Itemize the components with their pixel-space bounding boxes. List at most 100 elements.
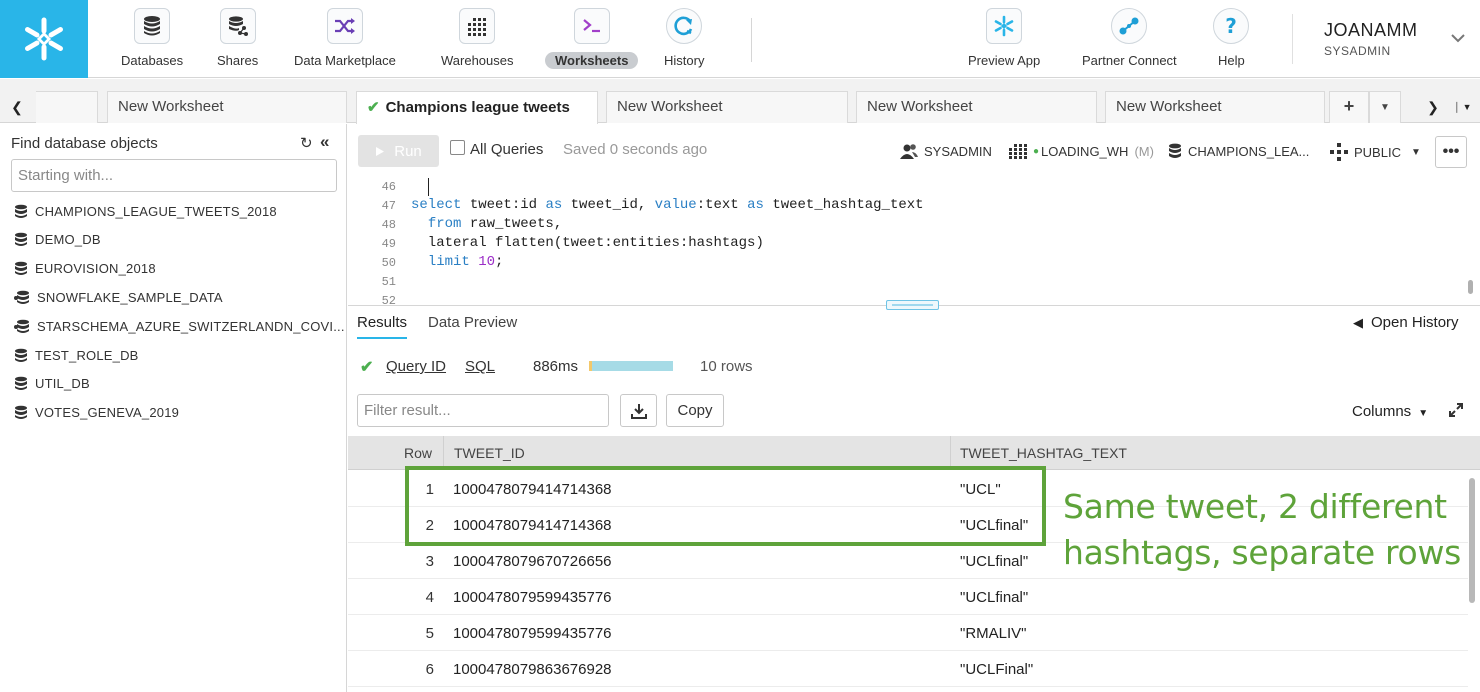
columns-dropdown[interactable]: Columns ▼ [1352,403,1428,420]
annotation-line-2: hashtags, separate rows [1063,533,1462,572]
tab-scroll-right-icon[interactable]: ❯ [1418,91,1448,123]
tweet-id-cell[interactable]: 1000478079414714368 [453,481,612,498]
refresh-icon[interactable]: ↻ [300,134,313,152]
nav-history[interactable]: History [654,8,714,72]
database-icon [15,348,27,362]
row-number: 5 [425,625,434,642]
sql-editor[interactable]: 46 47 select tweet:id as tweet_id, value… [348,178,1480,306]
nav-data-marketplace[interactable]: Data Marketplace [284,8,406,72]
nav-worksheets[interactable]: Worksheets [545,8,639,72]
tweet-id-cell[interactable]: 1000478079863676928 [453,661,612,678]
warehouse-label: LOADING_WH [1041,143,1129,159]
row-number: 3 [425,553,434,570]
table-row[interactable]: 4 1000478079599435776 "UCLfinal" [348,579,1468,615]
run-button[interactable]: Run [358,135,439,167]
nav-history-label: History [664,53,705,68]
tweet-id-cell[interactable]: 1000478079414714368 [453,517,612,534]
hashtag-cell[interactable]: "UCLFinal" [960,661,1033,678]
worksheet-tab-bar: ❮ New Worksheet ✔ Champions league tweets… [0,79,1480,124]
tweet-id-cell[interactable]: 1000478079670726656 [453,553,612,570]
tab-overflow-caret-icon[interactable]: │ ▼ [1448,91,1478,123]
tab-label: New Worksheet [118,98,224,115]
tab-worksheet-3[interactable]: New Worksheet [606,91,848,123]
more-options-button[interactable]: ••• [1435,136,1467,168]
tab-data-preview[interactable]: Data Preview [428,314,517,331]
result-grid-header: Row TWEET_ID TWEET_HASHTAG_TEXT [348,436,1480,470]
hashtag-cell[interactable]: "UCLfinal" [960,517,1028,534]
sql-link[interactable]: SQL [465,358,495,375]
tab-worksheet-1[interactable]: New Worksheet [107,91,347,123]
query-id-link[interactable]: Query ID [386,358,446,375]
tab-scroll-left-icon[interactable]: ❮ [2,91,32,123]
expand-icon[interactable] [1448,402,1464,421]
database-item[interactable]: STARSCHEMA_AZURE_SWITZERLANDN_COVI... [14,315,345,337]
query-duration: 886ms [533,358,579,375]
schema-selector[interactable]: PUBLIC ▼ [1330,143,1421,161]
check-icon: ✔ [367,99,380,116]
filter-result-input[interactable] [357,394,609,427]
hashtag-cell[interactable]: "UCLfinal" [960,553,1028,570]
database-icon [1169,143,1181,158]
partner-connect-icon [1111,8,1148,44]
database-item[interactable]: UTIL_DB [14,373,90,395]
database-item[interactable]: DEMO_DB [14,229,101,251]
tab-worksheet-4[interactable]: New Worksheet [856,91,1097,123]
database-item[interactable]: CHAMPIONS_LEAGUE_TWEETS_2018 [14,200,277,222]
copy-button[interactable]: Copy [666,394,724,427]
shuffle-icon [326,8,363,44]
column-divider [950,436,951,470]
tab-worksheet-5[interactable]: New Worksheet [1105,91,1325,123]
database-item[interactable]: VOTES_GENEVA_2019 [14,402,179,424]
hashtag-cell[interactable]: "UCLfinal" [960,589,1028,606]
nav-preview-app-label: Preview App [968,53,1041,68]
play-icon [376,146,385,156]
hashtag-cell[interactable]: "RMALIV" [960,625,1027,642]
arrow-left-icon: ◀ [1353,314,1363,330]
grid-scrollbar[interactable] [1469,478,1475,603]
database-search-input[interactable] [11,159,337,192]
database-item[interactable]: EUROVISION_2018 [14,258,156,280]
add-tab-button[interactable]: + [1329,91,1369,123]
database-item-label: VOTES_GENEVA_2019 [35,405,180,421]
nav-partner-connect[interactable]: Partner Connect [1072,8,1187,72]
hashtag-cell[interactable]: "UCL" [960,481,1001,498]
database-item[interactable]: SNOWFLAKE_SAMPLE_DATA [14,286,223,308]
tweet-id-cell[interactable]: 1000478079599435776 [453,625,612,642]
nav-databases[interactable]: Databases [111,8,193,72]
nav-warehouses[interactable]: Warehouses [431,8,524,72]
warehouse-selector[interactable]: ● LOADING_WH (M) [1009,143,1154,159]
editor-scrollbar[interactable] [1468,280,1473,294]
column-header-row[interactable]: Row [404,445,432,461]
svg-text:?: ? [1226,14,1238,38]
all-queries-checkbox[interactable] [450,140,465,155]
tab-champions-league-tweets[interactable]: ✔ Champions league tweets [356,91,598,124]
database-item-label: CHAMPIONS_LEAGUE_TWEETS_2018 [35,203,277,219]
tab-menu-caret-icon[interactable]: ▼ [1369,91,1401,123]
collapse-sidebar-icon[interactable]: « [320,132,329,152]
database-item-label: UTIL_DB [35,376,90,392]
line-number: 46 [381,180,396,194]
tweet-id-cell[interactable]: 1000478079599435776 [453,589,612,606]
table-row[interactable]: 6 1000478079863676928 "UCLFinal" [348,651,1468,687]
column-header-tweet-id[interactable]: TWEET_ID [454,445,525,461]
code-text: lateral flatten(tweet:entities:hashtags) [411,235,764,251]
chevron-down-icon[interactable] [1450,30,1466,46]
tab-partial[interactable] [36,91,98,123]
open-history-link[interactable]: ◀ Open History [1353,314,1459,331]
shared-database-icon [14,290,29,304]
role-selector[interactable]: SYSADMIN [900,143,992,159]
column-header-hashtag-text[interactable]: TWEET_HASHTAG_TEXT [960,445,1127,461]
nav-shares[interactable]: Shares [207,8,268,72]
table-row[interactable]: 5 1000478079599435776 "RMALIV" [348,615,1468,651]
snowflake-logo[interactable] [0,0,88,78]
nav-preview-app[interactable]: Preview App [958,8,1050,72]
database-item[interactable]: TEST_ROLE_DB [14,344,139,366]
resize-handle[interactable] [886,300,939,310]
user-name[interactable]: JOANAMM [1324,20,1418,41]
row-count: 10 rows [700,358,753,375]
tab-results[interactable]: Results [357,314,408,339]
nav-help[interactable]: ? Help [1208,8,1255,72]
database-selector[interactable]: CHAMPIONS_LEA... [1168,143,1309,159]
schema-caret-icon: ▼ [1410,146,1421,158]
download-button[interactable] [620,394,657,427]
